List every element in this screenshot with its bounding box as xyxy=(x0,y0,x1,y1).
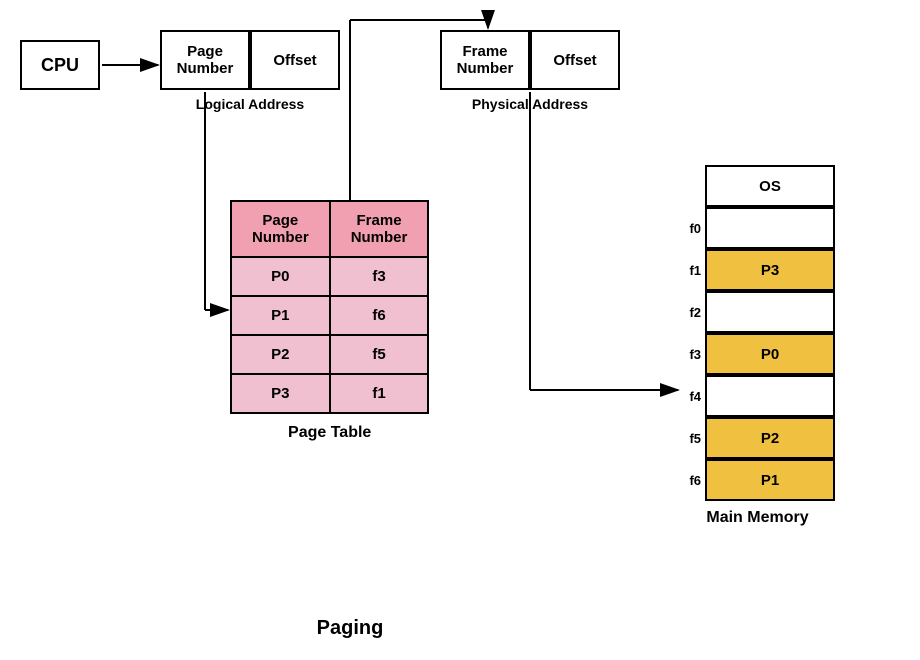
page-table-p3-page: P3 xyxy=(231,374,330,413)
memory-row-label-f0: f0 xyxy=(680,221,705,236)
physical-address-box: FrameNumber Offset Physical Address xyxy=(440,30,620,112)
logical-offset-cell: Offset xyxy=(250,30,340,90)
memory-cell-os: OS xyxy=(705,165,835,207)
memory-row: f2 xyxy=(680,291,835,333)
physical-offset-cell: Offset xyxy=(530,30,620,90)
memory-row-label-f3: f3 xyxy=(680,347,705,362)
memory-row: f5 P2 xyxy=(680,417,835,459)
cpu-box: CPU xyxy=(20,40,100,90)
page-table-container: PageNumber FrameNumber P0 f3 P1 f6 P2 f5 xyxy=(230,200,429,442)
memory-row: f4 xyxy=(680,375,835,417)
memory-row-label-f5: f5 xyxy=(680,431,705,446)
page-table-p0-page: P0 xyxy=(231,257,330,296)
logical-page-number-cell: PageNumber xyxy=(160,30,250,90)
page-table-header-frame: FrameNumber xyxy=(330,201,429,257)
memory-row: f3 P0 xyxy=(680,333,835,375)
page-table: PageNumber FrameNumber P0 f3 P1 f6 P2 f5 xyxy=(230,200,429,414)
memory-cell-f5: P2 xyxy=(705,417,835,459)
memory-and-labels: OS f0 f1 P3 f2 f3 P0 xyxy=(680,165,835,501)
main-memory-label: Main Memory xyxy=(680,509,835,527)
memory-cell-f1: P3 xyxy=(705,249,835,291)
memory-cell-f6: P1 xyxy=(705,459,835,501)
table-row: P3 f1 xyxy=(231,374,428,413)
logical-address-label: Logical Address xyxy=(196,96,304,112)
table-row: P0 f3 xyxy=(231,257,428,296)
table-row: P1 f6 xyxy=(231,296,428,335)
physical-address-cells: FrameNumber Offset xyxy=(440,30,620,90)
main-memory-container: OS f0 f1 P3 f2 f3 P0 xyxy=(680,165,835,527)
memory-cell-f0 xyxy=(705,207,835,249)
page-table-p0-frame: f3 xyxy=(330,257,429,296)
page-table-header-page: PageNumber xyxy=(231,201,330,257)
bottom-title: Paging xyxy=(230,617,470,640)
cpu-label: CPU xyxy=(41,55,79,76)
memory-row-label-f2: f2 xyxy=(680,305,705,320)
page-table-p2-page: P2 xyxy=(231,335,330,374)
physical-frame-number-cell: FrameNumber xyxy=(440,30,530,90)
memory-row: f6 P1 xyxy=(680,459,835,501)
memory-cell-f2 xyxy=(705,291,835,333)
memory-row: OS xyxy=(680,165,835,207)
page-table-p2-frame: f5 xyxy=(330,335,429,374)
page-table-p3-frame: f1 xyxy=(330,374,429,413)
memory-row: f1 P3 xyxy=(680,249,835,291)
memory-row: f0 xyxy=(680,207,835,249)
memory-cell-f4 xyxy=(705,375,835,417)
logical-address-box: PageNumber Offset Logical Address xyxy=(160,30,340,112)
memory-row-label-f6: f6 xyxy=(680,473,705,488)
physical-address-label: Physical Address xyxy=(472,96,588,112)
page-table-p1-page: P1 xyxy=(231,296,330,335)
logical-address-cells: PageNumber Offset xyxy=(160,30,340,90)
page-table-label: Page Table xyxy=(230,424,429,442)
memory-cell-f3: P0 xyxy=(705,333,835,375)
table-row: P2 f5 xyxy=(231,335,428,374)
page-table-p1-frame: f6 xyxy=(330,296,429,335)
memory-row-label-f4: f4 xyxy=(680,389,705,404)
memory-row-label-f1: f1 xyxy=(680,263,705,278)
